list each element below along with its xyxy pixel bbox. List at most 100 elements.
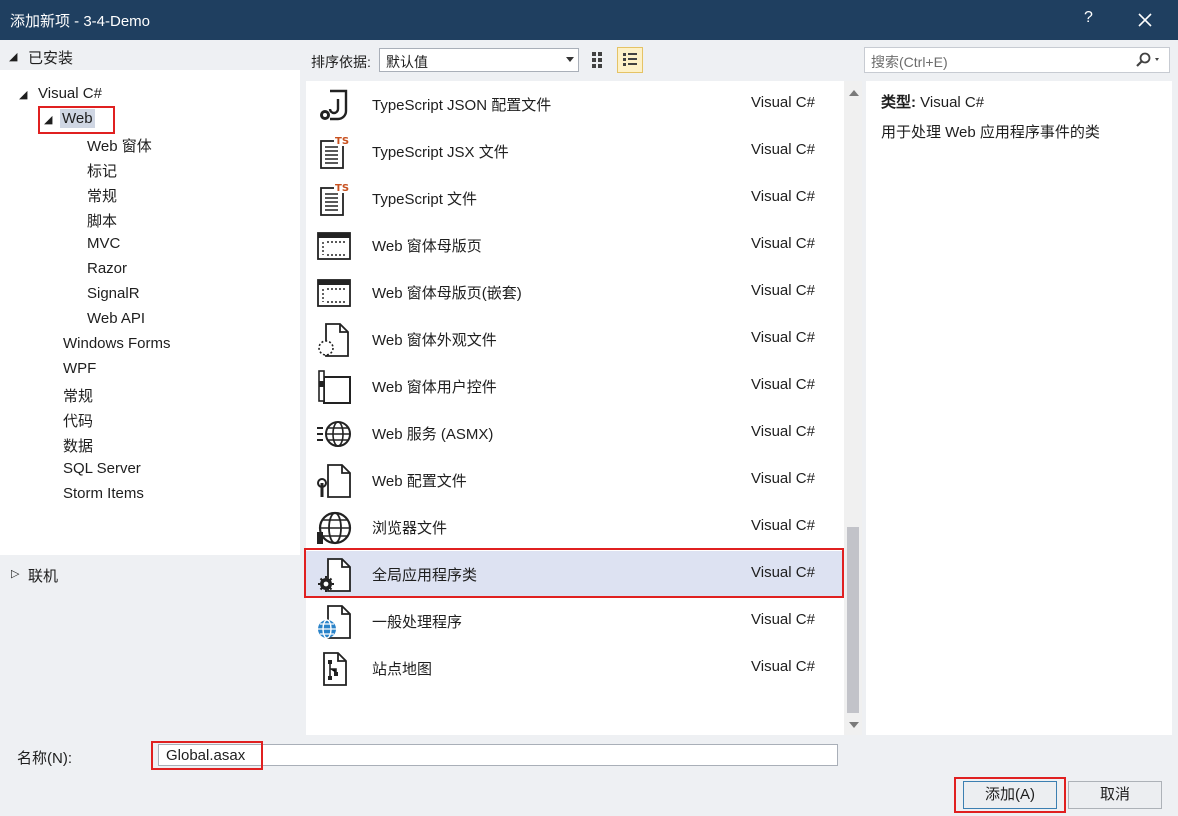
list-view-button[interactable] [617, 47, 643, 73]
list-item[interactable]: Web 窗体用户控件 Visual C# [306, 363, 844, 410]
item-language: Visual C# [751, 423, 815, 440]
typescript-file-icon: TS [316, 181, 352, 217]
tree-item-data[interactable]: 数据 [63, 435, 93, 456]
collapse-caret-icon[interactable]: ◢ [9, 50, 17, 63]
window-title: 添加新项 - 3-4-Demo [10, 13, 151, 30]
list-item[interactable]: Web 窗体外观文件 Visual C# [306, 316, 844, 363]
tree-item-general[interactable]: 常规 [87, 185, 117, 206]
tree-item-code[interactable]: 代码 [63, 410, 93, 431]
tree-header: ◢ 已安装 [0, 40, 300, 70]
item-name: Web 窗体用户控件 [372, 379, 497, 396]
list-item[interactable]: TS TypeScript 文件 Visual C# [306, 175, 844, 222]
list-item[interactable]: Web 配置文件 Visual C# [306, 457, 844, 504]
close-button[interactable] [1130, 8, 1160, 32]
json-config-icon [316, 87, 352, 123]
tree-item-markup[interactable]: 标记 [87, 160, 117, 181]
item-name: 一般处理程序 [372, 614, 463, 631]
item-language: Visual C# [751, 282, 815, 299]
typescript-file-icon: TS [316, 134, 352, 170]
tree-item-storm-items[interactable]: Storm Items [63, 485, 144, 502]
web-config-icon [316, 463, 352, 499]
tree-item-mvc[interactable]: MVC [87, 235, 120, 252]
collapse-caret-icon[interactable]: ◢ [19, 88, 27, 101]
tree-item-script[interactable]: 脚本 [87, 210, 117, 231]
name-label: 名称(N): [17, 750, 72, 767]
type-line: 类型: Visual C# [881, 91, 984, 112]
list-item[interactable]: 站点地图 Visual C# [306, 645, 844, 692]
item-language: Visual C# [751, 235, 815, 252]
highlight-box [954, 777, 1066, 813]
grid-view-button[interactable] [587, 47, 613, 73]
list-item[interactable]: Web 窗体母版页 Visual C# [306, 222, 844, 269]
item-language: Visual C# [751, 376, 815, 393]
tree-online: ▷ 联机 [0, 555, 300, 595]
list-item[interactable]: 浏览器文件 Visual C# [306, 504, 844, 551]
grid-view-icon [592, 52, 602, 68]
item-name: TypeScript JSX 文件 [372, 144, 509, 161]
sort-value: 默认值 [386, 54, 428, 70]
scroll-down-icon[interactable] [849, 722, 859, 728]
list-item[interactable]: TS TypeScript JSX 文件 Visual C# [306, 128, 844, 175]
tree-item-signalr[interactable]: SignalR [87, 285, 140, 302]
item-name: 站点地图 [372, 661, 433, 678]
highlight-box [38, 106, 115, 134]
svg-text:TS: TS [335, 183, 349, 194]
item-name: TypeScript JSON 配置文件 [372, 97, 552, 114]
details-panel: 类型: Visual C# 用于处理 Web 应用程序事件的类 [866, 81, 1172, 735]
expand-caret-icon[interactable]: ▷ [11, 567, 19, 580]
type-label: 类型: [881, 94, 916, 111]
item-language: Visual C# [751, 658, 815, 675]
scroll-up-icon[interactable] [849, 90, 859, 96]
item-name: Web 窗体母版页 [372, 238, 482, 255]
tree-item-sql-server[interactable]: SQL Server [63, 460, 141, 477]
cancel-button[interactable]: 取消 [1068, 781, 1162, 809]
tree-item-installed[interactable]: 已安装 [28, 47, 73, 68]
item-language: Visual C# [751, 188, 815, 205]
list-item[interactable]: Web 窗体母版页(嵌套) Visual C# [306, 269, 844, 316]
user-control-icon [316, 369, 352, 405]
tree-item-general-2[interactable]: 常规 [63, 385, 93, 406]
item-name: Web 配置文件 [372, 473, 467, 490]
item-name: Web 服务 (ASMX) [372, 426, 494, 443]
item-name: Web 窗体母版页(嵌套) [372, 285, 522, 302]
search-input[interactable]: 搜索(Ctrl+E) [864, 47, 1170, 73]
title-bar: 添加新项 - 3-4-Demo ? [0, 0, 1178, 40]
template-description: 用于处理 Web 应用程序事件的类 [881, 124, 1100, 141]
tree-item-windows-forms[interactable]: Windows Forms [63, 335, 171, 352]
svg-text:TS: TS [335, 136, 349, 147]
item-language: Visual C# [751, 329, 815, 346]
tree-item-web-api[interactable]: Web API [87, 310, 145, 327]
item-language: Visual C# [751, 141, 815, 158]
template-list: TypeScript JSON 配置文件 Visual C# TS TypeSc… [306, 81, 844, 735]
tree-item-web-forms[interactable]: Web 窗体 [87, 135, 152, 156]
generic-handler-icon [316, 604, 352, 640]
item-language: Visual C# [751, 94, 815, 111]
master-page-icon [316, 275, 352, 311]
browser-file-icon [316, 510, 352, 546]
search-icon[interactable] [1135, 52, 1163, 71]
tree-item-visual-csharp[interactable]: Visual C# [38, 85, 102, 102]
list-item[interactable]: 一般处理程序 Visual C# [306, 598, 844, 645]
list-item[interactable]: TypeScript JSON 配置文件 Visual C# [306, 81, 844, 128]
skin-file-icon [316, 322, 352, 358]
tree-item-razor[interactable]: Razor [87, 260, 127, 277]
item-name: 浏览器文件 [372, 520, 448, 537]
list-item[interactable]: Web 服务 (ASMX) Visual C# [306, 410, 844, 457]
tree-item-online[interactable]: 联机 [28, 565, 58, 586]
sort-dropdown[interactable]: 默认值 [379, 48, 579, 72]
help-button[interactable]: ? [1084, 9, 1093, 27]
scroll-thumb[interactable] [847, 527, 859, 713]
highlight-box [151, 741, 263, 770]
highlight-box [304, 548, 844, 598]
list-scrollbar[interactable] [844, 81, 862, 735]
item-name: Web 窗体外观文件 [372, 332, 497, 349]
category-tree: ◢ Visual C# ◢ Web Web 窗体 标记 常规 脚本 MVC Ra… [0, 70, 300, 555]
chevron-down-icon [566, 57, 574, 62]
sort-label: 排序依据: [311, 54, 371, 70]
master-page-icon [316, 228, 352, 264]
web-service-icon [316, 416, 352, 452]
item-name: TypeScript 文件 [372, 191, 478, 208]
item-language: Visual C# [751, 470, 815, 487]
tree-item-wpf[interactable]: WPF [63, 360, 96, 377]
item-language: Visual C# [751, 611, 815, 628]
